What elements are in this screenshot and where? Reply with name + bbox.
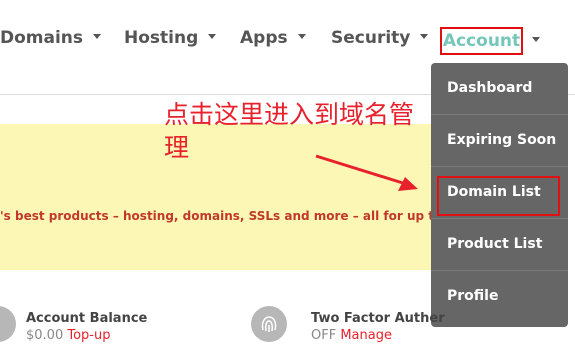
fingerprint-icon — [251, 306, 287, 342]
menu-item-product-list[interactable]: Product List — [431, 219, 568, 271]
manage-link[interactable]: Manage — [340, 328, 392, 343]
menu-item-expiring-soon[interactable]: Expiring Soon — [431, 115, 568, 167]
nav-hosting[interactable]: Hosting — [124, 28, 217, 50]
nav-apps[interactable]: Apps — [240, 28, 306, 50]
menu-item-profile[interactable]: Profile — [431, 271, 568, 323]
account-balance-amount: $0.00 — [26, 328, 64, 343]
nav-domains[interactable]: Domains — [0, 28, 102, 50]
nav-security[interactable]: Security — [331, 28, 429, 50]
annotation-arrow — [315, 154, 418, 191]
account-balance-value: $0.00 Top-up — [26, 328, 110, 343]
wallet-icon — [0, 306, 16, 342]
chevron-down-icon — [420, 33, 429, 39]
two-factor-status: OFF — [311, 328, 337, 343]
nav-security-label: Security — [331, 28, 411, 48]
chevron-down-icon — [532, 37, 540, 42]
domain-list-highlight — [437, 176, 560, 216]
chevron-down-icon — [208, 33, 217, 39]
account-balance-title: Account Balance — [26, 311, 148, 326]
nav-account[interactable]: Account — [440, 27, 523, 55]
chevron-down-icon — [297, 33, 306, 39]
two-factor-value: OFF Manage — [311, 328, 392, 343]
promo-banner-text: 's best products – hosting, domains, SSL… — [0, 209, 443, 223]
nav-account-label: Account — [442, 31, 521, 51]
nav-apps-label: Apps — [240, 28, 288, 48]
chevron-down-icon — [93, 33, 102, 39]
top-up-link[interactable]: Top-up — [67, 328, 110, 343]
two-factor-title: Two Factor Auther — [311, 311, 445, 326]
nav-hosting-label: Hosting — [124, 28, 199, 48]
nav-domains-label: Domains — [0, 28, 84, 48]
menu-item-dashboard[interactable]: Dashboard — [431, 63, 568, 115]
